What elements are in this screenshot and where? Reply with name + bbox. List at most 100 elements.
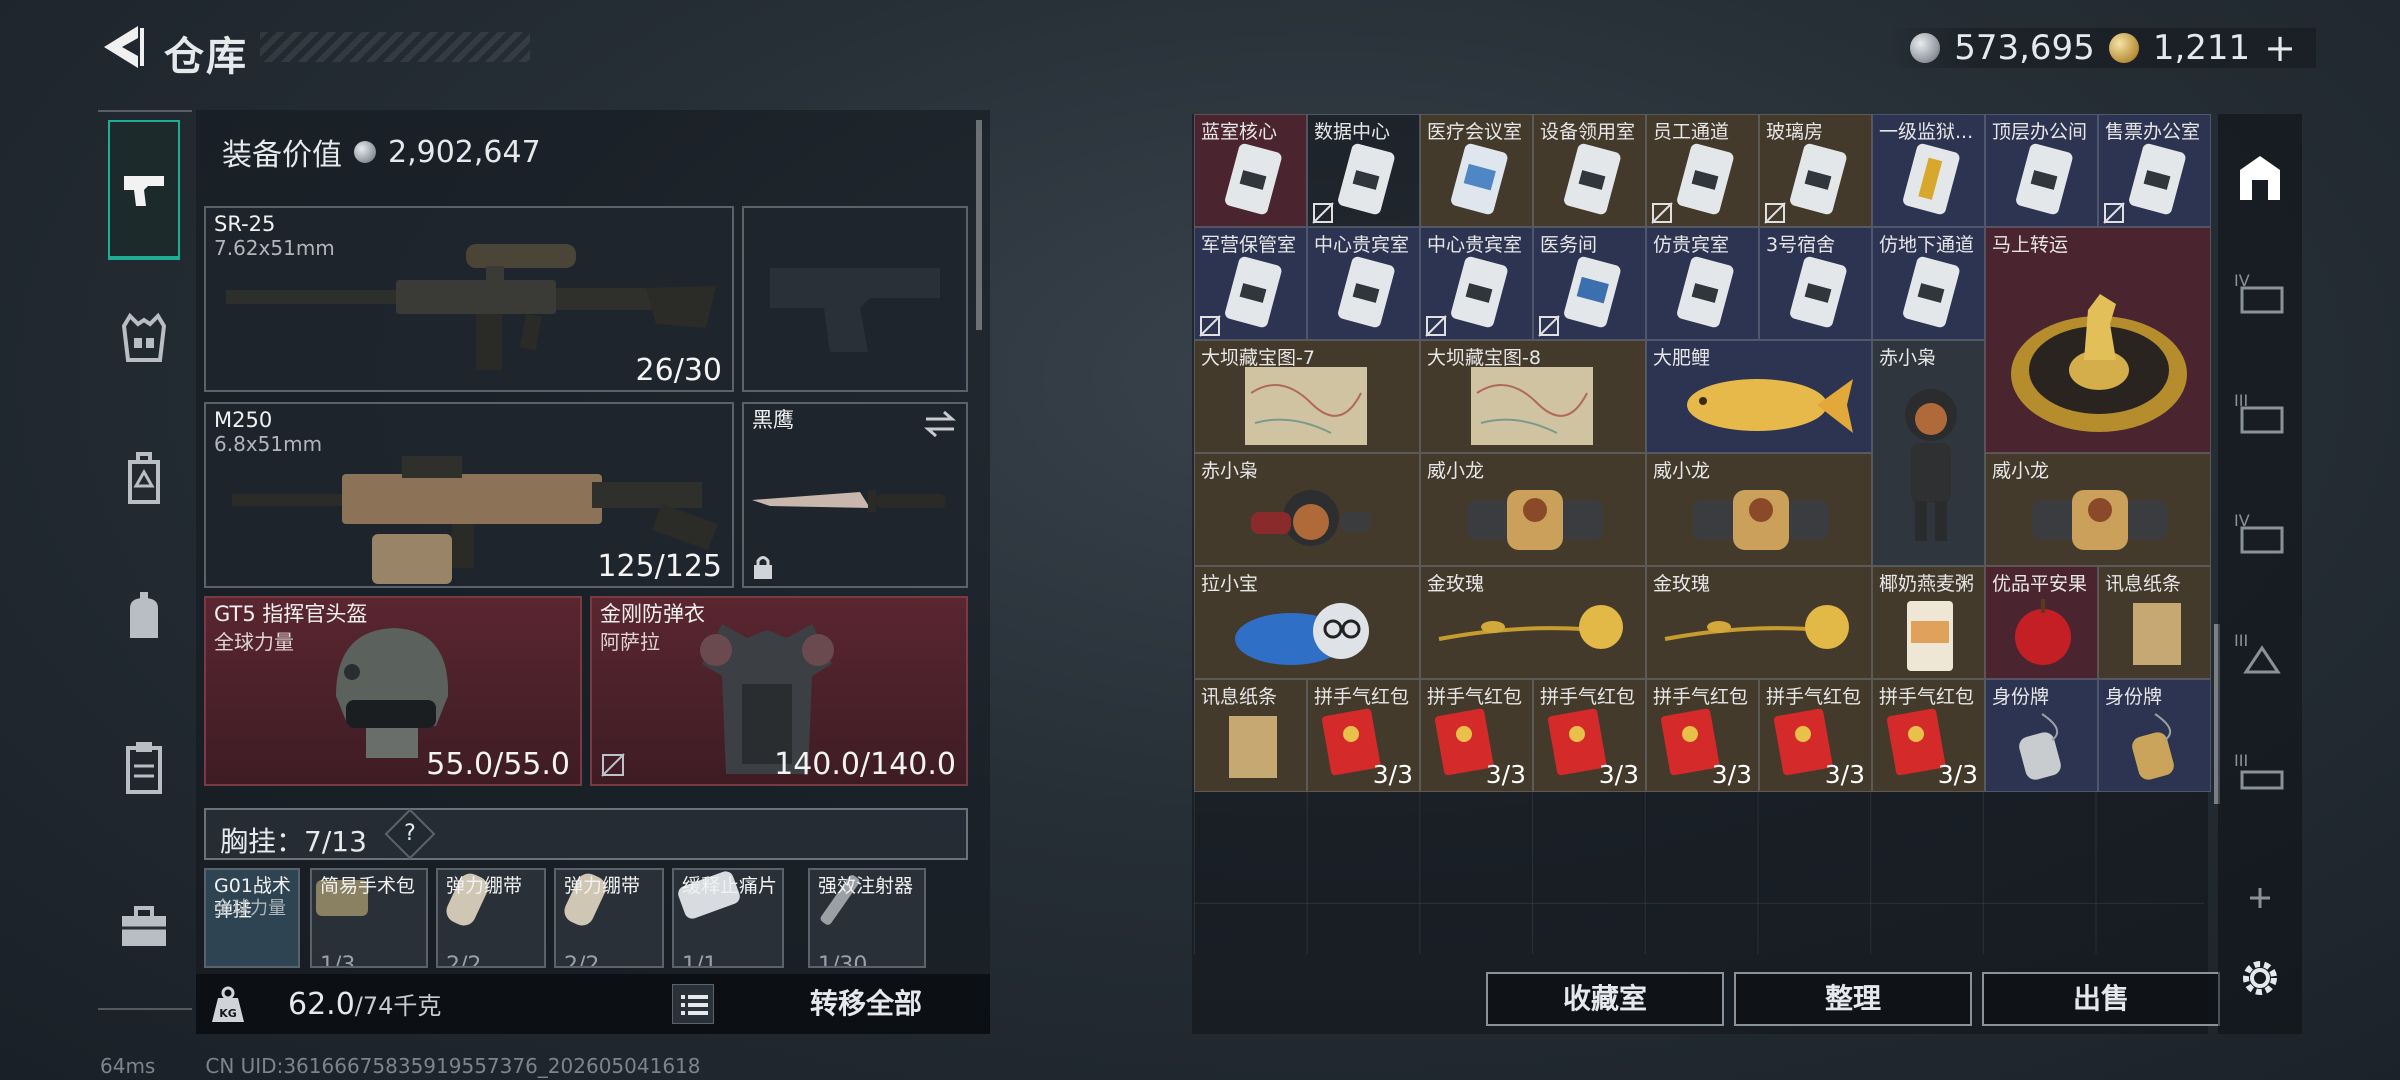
add-stash-page-button[interactable] <box>2232 870 2288 926</box>
stash-item[interactable]: 讯息纸条 <box>2098 566 2211 679</box>
rig-item[interactable]: 简易手术包 1/3 <box>310 868 428 968</box>
secondary-weapon-slot[interactable]: M250 6.8x51mm 125/125 <box>204 402 734 588</box>
stash-item[interactable]: 拼手气红包 3/3 <box>1872 679 1985 792</box>
collection-room-button[interactable]: 收藏室 <box>1486 972 1724 1026</box>
stash-item[interactable]: 中心贵宾室 <box>1307 227 1420 340</box>
stash-item[interactable]: 赤小枭 <box>1194 453 1420 566</box>
stash-item[interactable]: 3号宿舍 <box>1759 227 1872 340</box>
loadout-scrollbar[interactable] <box>976 120 982 330</box>
stash-item[interactable]: 员工通道 <box>1646 114 1759 227</box>
help-icon: ? <box>404 821 416 846</box>
stash-item[interactable]: 拼手气红包 3/3 <box>1646 679 1759 792</box>
item-name: 中心贵宾室 <box>1314 234 1410 256</box>
add-currency-button[interactable]: + <box>2264 26 2296 70</box>
stash-item-tall[interactable]: 赤小枭 <box>1872 340 1985 566</box>
stash-item-large[interactable]: 马上转运 <box>1985 227 2211 453</box>
item-name: 金玫瑰 <box>1427 573 1485 595</box>
stash-item[interactable]: 数据中心 <box>1307 114 1420 227</box>
stash-item[interactable]: 一级监狱... <box>1872 114 1985 227</box>
stash-item[interactable]: 身份牌 <box>1985 679 2098 792</box>
nav-toolbox[interactable] <box>108 892 180 964</box>
stash-item[interactable]: 售票办公室 <box>2098 114 2211 227</box>
stash-item[interactable]: 椰奶燕麦粥 <box>1872 566 1985 679</box>
stash-home-tab[interactable] <box>2232 150 2288 206</box>
stash-tab-2[interactable]: III <box>2232 744 2288 800</box>
nav-clipboard[interactable] <box>108 732 180 804</box>
stash-item[interactable]: 蓝室核心 <box>1194 114 1307 227</box>
stash-tab-3b[interactable]: III <box>2232 624 2288 680</box>
swap-arrows-icon[interactable] <box>924 410 956 438</box>
sell-button[interactable]: 出售 <box>1982 972 2220 1026</box>
primary-weapon-slot[interactable]: SR-25 7.62x51mm 26/30 <box>204 206 734 392</box>
stash-item[interactable]: 拼手气红包 3/3 <box>1420 679 1533 792</box>
not-insured-icon <box>1651 202 1673 224</box>
stash-page-icon: IV <box>2234 511 2284 554</box>
not-insured-icon <box>1764 202 1786 224</box>
stash-item[interactable]: 设备领用室 <box>1533 114 1646 227</box>
item-name: 金玫瑰 <box>1653 573 1711 595</box>
stash-item[interactable]: 拼手气红包 3/3 <box>1533 679 1646 792</box>
stash-item[interactable]: 大坝藏宝图-8 <box>1420 340 1646 453</box>
stash-item[interactable]: 医疗会议室 <box>1420 114 1533 227</box>
nav-backpack[interactable] <box>108 442 180 514</box>
stash-item[interactable]: 军营保管室 <box>1194 227 1307 340</box>
rig-item[interactable]: G01战术弹挂 全球力量 <box>204 868 300 968</box>
stash-grid: 蓝室核心 数据中心 医疗会议室 设备领用室 员工通道 玻璃房 一级监狱... 顶… <box>1194 114 2211 954</box>
sort-button[interactable]: 整理 <box>1734 972 1972 1026</box>
helmet-slot[interactable]: GT5 指挥官头盔 全球力量 55.0/55.0 <box>204 596 582 786</box>
item-count: 3/3 <box>1372 760 1413 789</box>
stash-item[interactable]: 顶层办公间 <box>1985 114 2098 227</box>
nav-armor[interactable] <box>108 302 180 374</box>
transfer-all-button[interactable]: 转移全部 <box>786 984 946 1024</box>
armor-slot[interactable]: 金刚防弹衣 阿萨拉 140.0/140.0 <box>590 596 968 786</box>
stash-item[interactable]: 仿地下通道 <box>1872 227 1985 340</box>
stash-tab-4[interactable]: IV <box>2232 264 2288 320</box>
rig-item[interactable]: 弹力绷带 2/2 <box>436 868 546 968</box>
stash-item[interactable]: 威小龙 <box>1646 453 1872 566</box>
back-button[interactable] <box>100 22 144 72</box>
page-title: 仓库 <box>164 34 248 80</box>
stash-item[interactable]: 拼手气红包 3/3 <box>1307 679 1420 792</box>
gold-amount: 1,211 <box>2152 28 2251 68</box>
nav-weapons[interactable] <box>108 120 180 260</box>
rig-item[interactable]: 弹力绷带 2/2 <box>554 868 664 968</box>
pistol-slot-empty[interactable] <box>742 206 968 392</box>
stash-item[interactable]: 医务间 <box>1533 227 1646 340</box>
stash-item[interactable]: 仿贵宾室 <box>1646 227 1759 340</box>
rig-item-count: 1/3 <box>320 953 356 968</box>
stash-item[interactable]: 威小龙 <box>1420 453 1646 566</box>
not-insured-icon <box>1538 315 1560 337</box>
rig-item[interactable]: 缓释止痛片 1/1 <box>672 868 784 968</box>
stash-item[interactable]: 大肥鲤 <box>1646 340 1872 453</box>
item-name: 身份牌 <box>1992 686 2050 708</box>
help-button[interactable]: ? <box>384 808 436 860</box>
stash-item[interactable]: 优品平安果 <box>1985 566 2098 679</box>
nav-medical[interactable] <box>108 582 180 654</box>
list-view-button[interactable] <box>672 984 714 1024</box>
equipment-value-label: 装备价值 <box>222 138 342 173</box>
stash-item[interactable]: 中心贵宾室 <box>1420 227 1533 340</box>
melee-slot[interactable]: 黑鹰 <box>742 402 968 588</box>
stash-item[interactable]: 身份牌 <box>2098 679 2211 792</box>
stash-item[interactable]: 金玫瑰 <box>1420 566 1646 679</box>
stash-item[interactable]: 玻璃房 <box>1759 114 1872 227</box>
medkit-bag-icon <box>130 592 158 638</box>
stash-tab-4b[interactable]: IV <box>2232 504 2288 560</box>
stash-item[interactable]: 金玫瑰 <box>1646 566 1872 679</box>
stash-item[interactable]: 威小龙 <box>1985 453 2211 566</box>
currency-bar: 573,695 1,211 + <box>1890 26 2316 70</box>
hooded-figure-image <box>1905 389 1957 541</box>
rig-item-name: 缓释止痛片 <box>682 875 778 897</box>
gear-icon <box>2243 961 2277 995</box>
rig-item[interactable]: 强效注射器 1/30 <box>808 868 926 968</box>
stash-item[interactable]: 拼手气红包 3/3 <box>1759 679 1872 792</box>
keycard-icon <box>1564 143 1621 215</box>
stash-item[interactable]: 讯息纸条 <box>1194 679 1307 792</box>
paper-note-icon <box>1229 716 1277 778</box>
dragon-figure-image <box>2032 490 2168 550</box>
stash-tab-3[interactable]: III <box>2232 384 2288 440</box>
settings-button[interactable] <box>2232 950 2288 1006</box>
rig-item-sub: 全球力量 <box>214 898 286 919</box>
stash-item[interactable]: 大坝藏宝图-7 <box>1194 340 1420 453</box>
stash-item[interactable]: 拉小宝 <box>1194 566 1420 679</box>
